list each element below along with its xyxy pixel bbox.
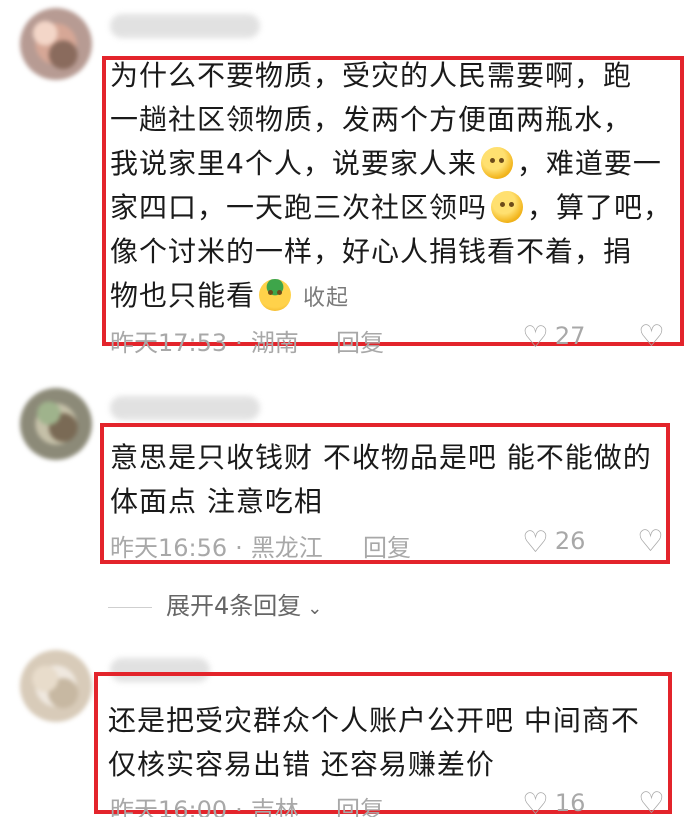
collapse-link[interactable]: 收起 xyxy=(303,286,349,311)
avatar[interactable] xyxy=(20,650,92,722)
comment-segment: ，难道要一 xyxy=(516,147,662,180)
reply-button[interactable]: 回复 xyxy=(336,790,384,817)
comment-location: 黑龙江 xyxy=(250,534,323,562)
comment-body: 为什么不要物质，受灾的人民需要啊，跑 一趟社区领物质，发两个方便面两瓶水， 我说… xyxy=(110,54,672,321)
comment-time: 昨天17:53 xyxy=(110,329,228,357)
username-blurred[interactable] xyxy=(110,14,260,38)
avatar[interactable] xyxy=(20,8,92,80)
heart-broken-outline-icon[interactable]: ♡ xyxy=(637,524,664,559)
comment-meta: 昨天17:53 · 湖南 xyxy=(110,323,299,358)
meta-separator: · xyxy=(235,796,243,817)
reply-button[interactable]: 回复 xyxy=(336,323,384,358)
reply-button[interactable]: 回复 xyxy=(363,528,411,563)
comment-segment: ，算了吧， xyxy=(527,191,673,224)
comment-line: 像个讨米的一样，好心人捐钱看不着，捐 xyxy=(110,235,633,268)
comment-section: 为什么不要物质，受灾的人民需要啊，跑 一趟社区领物质，发两个方便面两瓶水， 我说… xyxy=(0,0,689,817)
comment-body: 意思是只收钱财 不收物品是吧 能不能做的 体面点 注意吃相 xyxy=(110,436,652,524)
comment-time: 昨天16:56 xyxy=(110,534,228,562)
comment-line: 仅核实容易出错 还容易赚差价 xyxy=(108,748,495,781)
comment-line: 为什么不要物质，受灾的人民需要啊，跑 xyxy=(110,59,633,92)
like-count: 27 xyxy=(554,322,586,350)
emoji-soldier-face-icon xyxy=(259,279,292,311)
heart-outline-icon: ♡ xyxy=(522,787,549,817)
comment-segment: 家四口，一天跑三次社区领吗 xyxy=(110,191,488,224)
heart-broken-outline-icon[interactable]: ♡ xyxy=(638,319,665,354)
heart-outline-icon: ♡ xyxy=(522,320,549,355)
comment-line: 一趟社区领物质，发两个方便面两瓶水， xyxy=(110,103,633,136)
emoji-worried-face-icon xyxy=(480,147,513,179)
like-button[interactable]: ♡ 26 xyxy=(522,525,585,560)
comment-line: 意思是只收钱财 不收物品是吧 能不能做的 xyxy=(110,441,652,474)
comment-line: 家四口，一天跑三次社区领吗 ，算了吧， xyxy=(110,186,672,230)
avatar[interactable] xyxy=(20,388,92,460)
comment-location: 吉林 xyxy=(250,796,299,817)
divider xyxy=(108,606,152,608)
comment-line: 物也只能看 收起 xyxy=(110,274,672,321)
expand-replies-button[interactable]: 展开4条回复 ⌄ xyxy=(108,586,322,621)
comment-line: 我说家里4个人，说要家人来 ，难道要一 xyxy=(110,142,672,186)
emoji-laughing-sweat-icon xyxy=(491,191,524,223)
comment-body: 还是把受灾群众个人账户公开吧 中间商不 仅核实容易出错 还容易赚差价 xyxy=(108,699,640,787)
comment-segment: 我说家里4个人，说要家人来 xyxy=(110,147,477,180)
comment-line: 还是把受灾群众个人账户公开吧 中间商不 xyxy=(108,704,640,737)
comment-time: 昨天16:00 xyxy=(110,796,228,817)
like-count: 26 xyxy=(554,527,586,555)
comment-meta: 昨天16:56 · 黑龙江 xyxy=(110,528,323,563)
chevron-down-icon: ⌄ xyxy=(307,598,323,619)
username-blurred[interactable] xyxy=(110,396,260,420)
meta-separator: · xyxy=(235,329,243,357)
like-button[interactable]: ♡ 27 xyxy=(522,320,585,355)
heart-broken-outline-icon[interactable]: ♡ xyxy=(638,786,665,817)
heart-outline-icon: ♡ xyxy=(522,525,549,560)
like-count: 16 xyxy=(554,789,586,817)
like-button[interactable]: ♡ 16 xyxy=(522,787,585,817)
expand-replies-label: 展开4条回复 xyxy=(166,592,302,620)
comment-location: 湖南 xyxy=(250,329,299,357)
meta-separator: · xyxy=(235,534,243,562)
comment-line: 体面点 注意吃相 xyxy=(110,485,323,518)
comment-meta: 昨天16:00 · 吉林 xyxy=(110,790,299,817)
comment-segment: 物也只能看 xyxy=(110,279,256,312)
